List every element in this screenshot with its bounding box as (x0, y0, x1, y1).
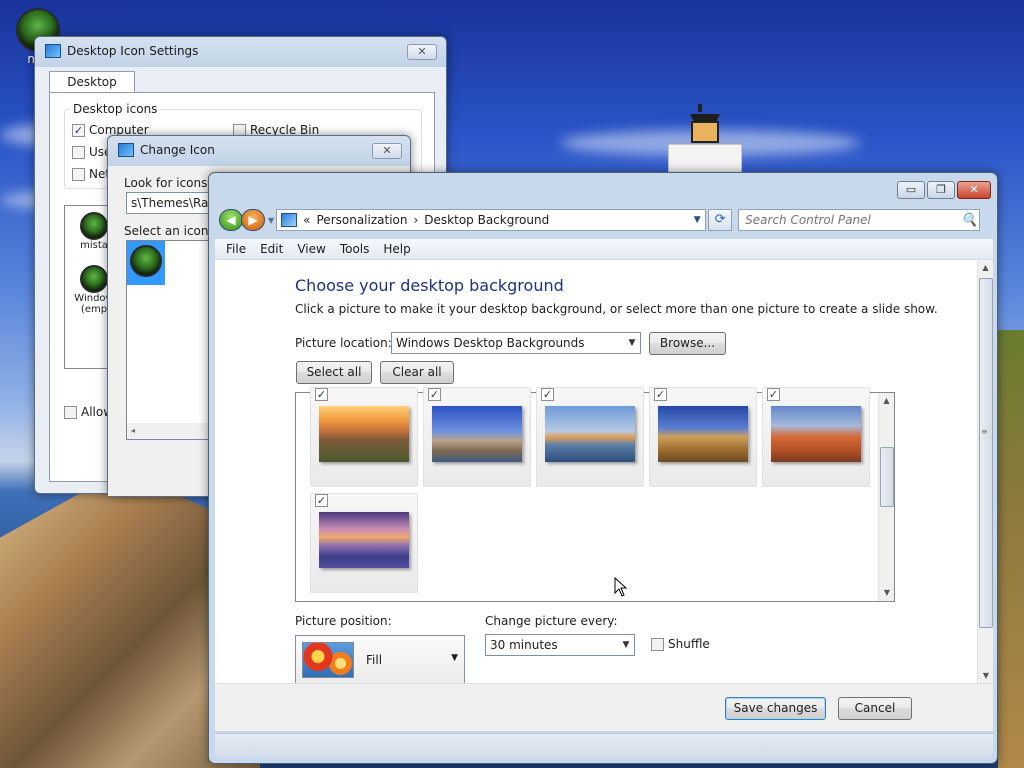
change-icon-title-icon (118, 143, 134, 157)
search-box[interactable]: 🔍 (738, 209, 981, 231)
dialog-footer: Save changes Cancel (215, 683, 993, 731)
checkmark-icon[interactable]: ✓ (428, 388, 441, 401)
refresh-button[interactable]: ⟳ (708, 209, 733, 231)
forward-button[interactable]: ▶ (241, 209, 265, 231)
picture-position-select[interactable]: Fill ▼ (295, 635, 465, 685)
checkmark-icon: ✓ (72, 123, 85, 137)
chevron-down-icon: ▼ (622, 640, 630, 650)
select-all-button[interactable]: Select all (296, 361, 372, 384)
content-pane: Choose your desktop background Click a p… (215, 259, 993, 685)
close-button[interactable]: ✕ (407, 44, 437, 60)
picture-tile[interactable]: ✓ (310, 387, 418, 487)
change-picture-label: Change picture every: (485, 614, 618, 628)
lighthouse-image (668, 104, 742, 178)
group-label: Desktop icons (70, 102, 161, 116)
address-dropdown[interactable]: ▼ (689, 215, 705, 225)
picture-location-label: Picture location: (295, 336, 392, 350)
checkmark-icon[interactable]: ✓ (654, 388, 667, 401)
menu-bar: File Edit View Tools Help (215, 239, 993, 259)
search-icon[interactable]: 🔍 (961, 213, 979, 228)
chevron-down-icon: ▼ (451, 653, 458, 663)
mistake-orb-icon (80, 212, 108, 240)
picture-tile[interactable]: ✓ (423, 387, 531, 487)
picture-tile[interactable]: ✓ (762, 387, 870, 487)
minimize-button[interactable]: ▭ (897, 181, 925, 199)
allow-themes-checkbox[interactable]: Allow (64, 405, 113, 419)
page-instructions: Click a picture to make it your desktop … (295, 302, 938, 316)
window-title: Change Icon (140, 143, 215, 157)
menu-edit[interactable]: Edit (253, 242, 290, 256)
picture-tile[interactable]: ✓ (536, 387, 644, 487)
clear-all-button[interactable]: Clear all (380, 361, 454, 384)
page-title: Choose your desktop background (295, 276, 564, 295)
breadcrumb-overflow[interactable]: « (303, 213, 310, 227)
breadcrumb-personalization[interactable]: Personalization (317, 213, 408, 227)
menu-tools[interactable]: Tools (333, 242, 377, 256)
cancel-button[interactable]: Cancel (838, 697, 912, 720)
menu-file[interactable]: File (219, 242, 253, 256)
hay-bale-thumbnail (658, 406, 748, 462)
shuffle-checkbox[interactable]: Shuffle (651, 637, 710, 651)
scroll-down-arrow-icon[interactable]: ▼ (978, 668, 994, 684)
checkmark-icon[interactable]: ✓ (767, 388, 780, 401)
menu-view[interactable]: View (290, 242, 332, 256)
desktop-background-window: ▭ ❐ ✕ ◀ ▶ ▼ « Personalization › Desktop … (208, 172, 998, 764)
scroll-up-arrow-icon[interactable]: ▲ (978, 260, 993, 276)
mouse-pointer-icon (614, 577, 628, 597)
close-button[interactable]: ✕ (372, 143, 402, 159)
control-panel-icon (281, 213, 298, 227)
save-changes-button[interactable]: Save changes (725, 697, 826, 720)
picture-tile[interactable]: ✓ (310, 493, 418, 593)
flower-preview-icon (302, 642, 354, 678)
lighthouse-thumbnail (432, 406, 522, 462)
picture-tile[interactable]: ✓ (649, 387, 757, 487)
close-button[interactable]: ✕ (957, 181, 991, 199)
chevron-down-icon: ▼ (628, 338, 636, 348)
breadcrumb-desktop-background[interactable]: Desktop Background (424, 213, 549, 227)
address-bar[interactable]: « Personalization › Desktop Background ▼ (276, 209, 707, 231)
tab-desktop-icons[interactable]: Desktop Icons (49, 71, 135, 109)
scroll-down-arrow-icon[interactable]: ▼ (879, 585, 895, 601)
change-interval-select[interactable]: 30 minutes ▼ (485, 634, 635, 656)
picture-location-select[interactable]: Windows Desktop Backgrounds ▼ (391, 332, 641, 354)
scroll-up-arrow-icon[interactable]: ▲ (879, 393, 894, 409)
status-bar (215, 733, 993, 757)
checkmark-icon[interactable]: ✓ (315, 494, 328, 507)
user-files-checkbox[interactable]: Use (72, 145, 111, 159)
checkmark-icon[interactable]: ✓ (541, 388, 554, 401)
search-input[interactable] (745, 213, 962, 227)
sunset-thumbnail (319, 406, 409, 462)
rock-thumbnail (545, 406, 635, 462)
content-scrollbar[interactable]: ▲ ≡ ▼ (977, 260, 993, 684)
checkmark-icon[interactable]: ✓ (315, 388, 328, 401)
arch-thumbnail (771, 406, 861, 462)
back-button[interactable]: ◀ (219, 209, 243, 231)
picture-grid-scrollbar[interactable]: ▲ ▼ (878, 393, 894, 601)
desktop-settings-icon (45, 44, 61, 58)
breadcrumb-separator[interactable]: › (413, 213, 418, 227)
recent-pages-dropdown[interactable]: ▼ (268, 216, 274, 225)
picture-grid: ✓ ✓ ✓ ✓ ✓ ✓ ▲ ▼ (295, 387, 895, 602)
razer-orb-icon (130, 245, 162, 277)
lake-thumbnail (319, 512, 409, 568)
menu-help[interactable]: Help (376, 242, 417, 256)
maximize-button[interactable]: ❐ (927, 181, 955, 199)
browse-button[interactable]: Browse... (649, 332, 726, 355)
window-title: Desktop Icon Settings (67, 44, 199, 58)
picture-position-label: Picture position: (295, 614, 392, 628)
recycle-orb-icon (80, 265, 108, 293)
selected-icon[interactable] (127, 241, 165, 285)
